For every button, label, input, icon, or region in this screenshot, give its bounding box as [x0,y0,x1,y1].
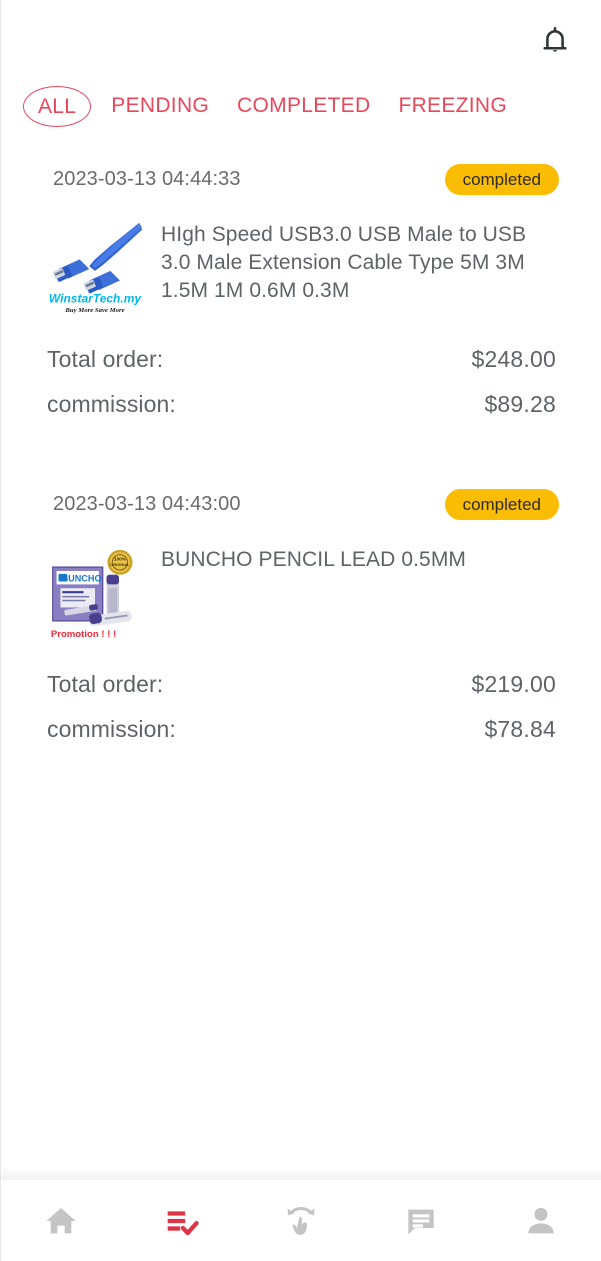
tab-all[interactable]: ALL [23,85,92,127]
svg-text:WinstarTech.my: WinstarTech.my [49,292,142,306]
order-totals: Total order: $219.00 commission: $78.84 [1,642,601,752]
order-totals: Total order: $248.00 commission: $89.28 [1,317,601,427]
bottom-navigation-bar [1,1180,601,1261]
total-order-value: $248.00 [471,346,556,372]
order-status-tabs: ALL PENDING COMPLETED FREEZING [1,78,601,134]
order-timestamp: 2023-03-13 04:43:00 [53,493,241,515]
svg-text:ORIGINAL: ORIGINAL [110,562,130,567]
commission-label: commission: [47,716,176,742]
product-title: BUNCHO PENCIL LEAD 0.5MM [161,548,467,571]
nav-item-profile[interactable] [481,1180,601,1261]
total-order-label: Total order: [47,346,164,372]
order-list-screen: ALL PENDING COMPLETED FREEZING 2023-03-1… [0,0,601,1261]
notification-bell-button[interactable] [531,16,579,64]
home-icon [41,1201,81,1241]
nav-item-home[interactable] [1,1180,121,1261]
product-title: HIgh Speed USB3.0 USB Male to USB 3.0 Ma… [161,223,527,302]
nav-item-swipe[interactable] [241,1180,361,1261]
order-card-header: 2023-03-13 04:44:33 completed [1,134,601,195]
order-list-check-icon [161,1201,201,1241]
tab-completed[interactable]: COMPLETED [237,94,370,118]
buncho-pencil-lead-product-image: BUNCHO 100% ORIGINAL Promotion ! ! ! [47,546,143,642]
commission-label: commission: [47,391,176,417]
swipe-gesture-icon [281,1201,321,1241]
order-card-header: 2023-03-13 04:43:00 completed [1,459,601,520]
total-order-row: Total order: $248.00 [47,337,556,382]
order-card[interactable]: 2023-03-13 04:43:00 completed BUNCHO 100… [1,459,601,766]
svg-text:BUNCHO: BUNCHO [62,574,102,584]
commission-row: commission: $78.84 [47,707,556,752]
status-badge: completed [444,489,559,520]
status-badge: completed [444,164,559,195]
order-card[interactable]: 2023-03-13 04:44:33 completed WinstarTec… [1,134,601,441]
tab-freezing[interactable]: FREEZING [398,94,507,118]
order-timestamp: 2023-03-13 04:44:33 [53,168,241,190]
total-order-label: Total order: [47,671,164,697]
order-list[interactable]: 2023-03-13 04:44:33 completed WinstarTec… [1,134,601,1180]
nav-item-chat[interactable] [361,1180,481,1261]
tab-pending[interactable]: PENDING [111,94,209,118]
total-order-value: $219.00 [471,671,556,697]
svg-text:Promotion ! ! !: Promotion ! ! ! [51,629,116,640]
commission-value: $89.28 [484,391,556,417]
app-header [1,0,601,78]
nav-item-orders[interactable] [121,1180,241,1261]
order-product-row: BUNCHO 100% ORIGINAL Promotion ! ! ! BUN… [1,520,601,642]
commission-value: $78.84 [484,716,556,742]
svg-text:Buy More Save More: Buy More Save More [64,307,124,314]
bell-icon [539,23,571,57]
commission-row: commission: $89.28 [47,382,556,427]
usb-cable-product-image: WinstarTech.my Buy More Save More [47,221,143,317]
total-order-row: Total order: $219.00 [47,662,556,707]
order-product-row: WinstarTech.my Buy More Save More HIgh S… [1,195,601,317]
person-icon [521,1201,561,1241]
chat-icon [401,1201,441,1241]
